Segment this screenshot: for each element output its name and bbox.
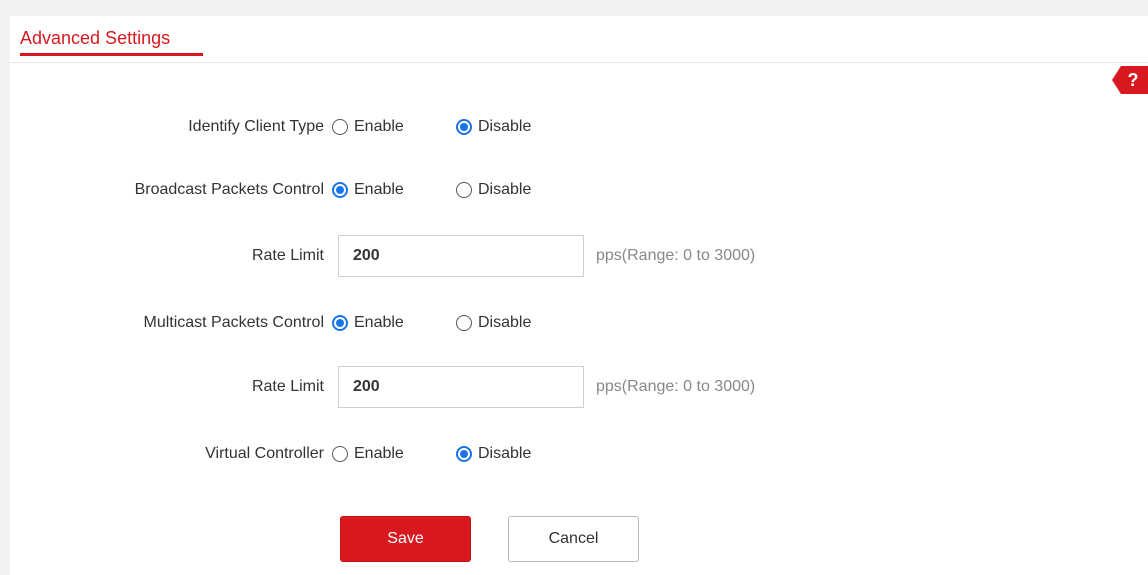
radio-checked-icon[interactable]	[456, 446, 472, 462]
enable-label: Enable	[354, 445, 404, 462]
multicast-packets-control-enable-option[interactable]: Enable	[332, 303, 404, 343]
multicast-packets-control-label: Multicast Packets Control	[143, 314, 324, 331]
radio-checked-icon[interactable]	[332, 182, 348, 198]
broadcast-packets-control-disable-option[interactable]: Disable	[456, 170, 531, 210]
identify-client-type-enable-option[interactable]: Enable	[332, 107, 404, 147]
radio-checked-icon[interactable]	[456, 119, 472, 135]
enable-label: Enable	[354, 314, 404, 331]
help-icon[interactable]: ?	[1112, 66, 1148, 94]
virtual-controller-row: Virtual Controller Enable Disable	[10, 434, 1148, 474]
broadcast-packets-control-row: Broadcast Packets Control Enable Disable	[10, 170, 1148, 210]
virtual-controller-label: Virtual Controller	[205, 445, 324, 462]
multicast-rate-limit-input[interactable]	[338, 366, 584, 408]
radio-icon[interactable]	[456, 315, 472, 331]
multicast-packets-control-disable-option[interactable]: Disable	[456, 303, 531, 343]
disable-label: Disable	[478, 314, 532, 331]
broadcast-packets-control-enable-option[interactable]: Enable	[332, 170, 404, 210]
multicast-rate-limit-hint: pps(Range: 0 to 3000)	[596, 378, 756, 395]
identify-client-type-label: Identify Client Type	[188, 118, 324, 135]
broadcast-packets-control-label: Broadcast Packets Control	[134, 181, 324, 198]
disable-label: Disable	[478, 445, 532, 462]
broadcast-rate-limit-input[interactable]	[338, 235, 584, 277]
identify-client-type-row: Identify Client Type Enable Disable	[10, 107, 1148, 147]
cancel-button[interactable]: Cancel	[508, 516, 639, 562]
panel-header: Advanced Settings	[10, 16, 1148, 63]
enable-label: Enable	[354, 181, 404, 198]
multicast-rate-limit-label: Rate Limit	[251, 378, 324, 395]
save-button[interactable]: Save	[340, 516, 471, 562]
broadcast-rate-limit-hint: pps(Range: 0 to 3000)	[596, 247, 756, 264]
radio-checked-icon[interactable]	[332, 315, 348, 331]
page-title: Advanced Settings	[20, 28, 171, 48]
disable-label: Disable	[478, 118, 532, 135]
broadcast-rate-limit-label: Rate Limit	[251, 247, 324, 264]
identify-client-type-disable-option[interactable]: Disable	[456, 107, 531, 147]
settings-panel: Advanced Settings ? Identify Client Type…	[10, 16, 1148, 575]
enable-label: Enable	[354, 118, 404, 135]
virtual-controller-enable-option[interactable]: Enable	[332, 434, 404, 474]
radio-icon[interactable]	[332, 446, 348, 462]
radio-icon[interactable]	[456, 182, 472, 198]
virtual-controller-disable-option[interactable]: Disable	[456, 434, 531, 474]
multicast-rate-limit-row: Rate Limit pps(Range: 0 to 3000)	[10, 366, 1148, 408]
multicast-packets-control-row: Multicast Packets Control Enable Disable	[10, 303, 1148, 343]
radio-icon[interactable]	[332, 119, 348, 135]
disable-label: Disable	[478, 181, 532, 198]
title-underline	[20, 53, 203, 56]
broadcast-rate-limit-row: Rate Limit pps(Range: 0 to 3000)	[10, 235, 1148, 277]
